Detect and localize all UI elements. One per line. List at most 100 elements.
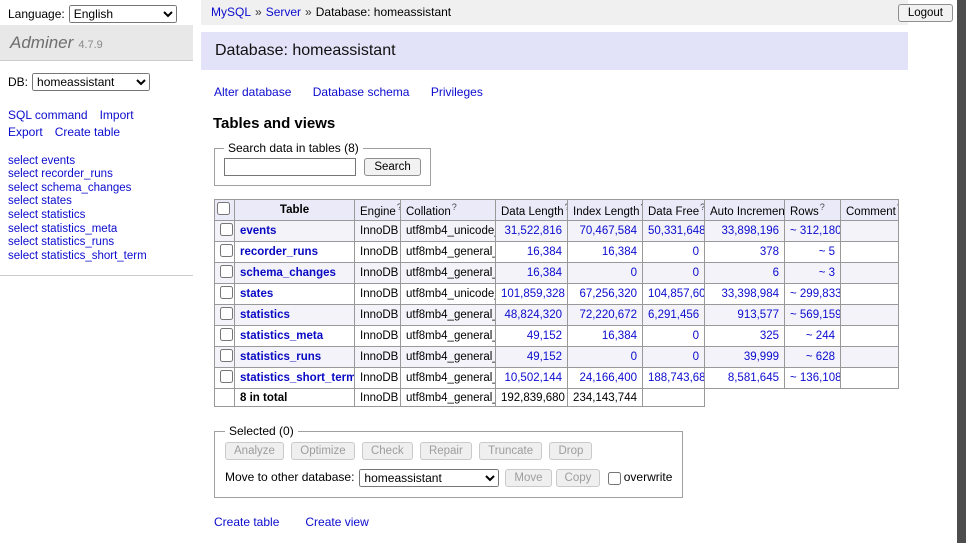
table-name-link[interactable]: states	[240, 288, 273, 300]
data-free-link[interactable]: 188,743,680	[648, 372, 705, 384]
auto-increment-link[interactable]: 39,999	[744, 351, 779, 363]
sql-command-link[interactable]: SQL command	[8, 108, 88, 122]
search-button[interactable]: Search	[364, 158, 420, 176]
row-checkbox[interactable]	[220, 370, 233, 383]
repair-button[interactable]: Repair	[420, 442, 472, 460]
data-free-link[interactable]: 104,857,600	[648, 288, 705, 300]
language-select[interactable]: English	[69, 5, 177, 23]
data-length-link[interactable]: 49,152	[527, 351, 562, 363]
data-length-link[interactable]: 101,859,328	[501, 288, 565, 300]
index-length-link[interactable]: 16,384	[602, 246, 637, 258]
table-name-link[interactable]: statistics_meta	[240, 330, 323, 342]
row-checkbox[interactable]	[220, 328, 233, 341]
auto-increment-link[interactable]: 33,898,196	[721, 225, 779, 237]
privileges-link[interactable]: Privileges	[431, 85, 483, 99]
move-button[interactable]: Move	[505, 469, 551, 487]
data-free-link[interactable]: 0	[693, 246, 699, 258]
create-table-link[interactable]: Create table	[55, 125, 120, 139]
table-name-link[interactable]: statistics_runs	[240, 351, 321, 363]
rows-count-link[interactable]: ~ 136,108	[790, 372, 841, 384]
help-icon[interactable]: ?	[820, 202, 825, 212]
overwrite-checkbox[interactable]	[608, 472, 621, 485]
table-name-link[interactable]: statistics	[240, 309, 290, 321]
rows-count-link[interactable]: ~ 628	[806, 351, 835, 363]
db-select[interactable]: homeassistant	[32, 73, 150, 91]
rows-count-link[interactable]: ~ 312,180	[790, 225, 841, 237]
row-checkbox[interactable]	[220, 265, 233, 278]
drop-button[interactable]: Drop	[549, 442, 592, 460]
copy-button[interactable]: Copy	[556, 469, 601, 487]
data-free-link[interactable]: 0	[693, 267, 699, 279]
data-free-link[interactable]: 6,291,456	[648, 309, 699, 321]
optimize-button[interactable]: Optimize	[291, 442, 354, 460]
sidebar-item-select-statistics-meta[interactable]: select statistics_meta	[8, 223, 185, 237]
auto-increment-link[interactable]: 33,398,984	[721, 288, 779, 300]
data-length-link[interactable]: 49,152	[527, 330, 562, 342]
row-checkbox[interactable]	[220, 307, 233, 320]
help-icon[interactable]: ?	[397, 202, 401, 212]
index-length-link[interactable]: 0	[631, 267, 637, 279]
table-name-link[interactable]: recorder_runs	[240, 246, 318, 258]
auto-increment-link[interactable]: 913,577	[737, 309, 779, 321]
data-length-link[interactable]: 31,522,816	[504, 225, 562, 237]
search-input[interactable]	[224, 158, 356, 176]
auto-increment-link[interactable]: 378	[760, 246, 779, 258]
breadcrumb-mysql-link[interactable]: MySQL	[211, 5, 251, 19]
rows-count-link[interactable]: ~ 3	[819, 267, 835, 279]
auto-increment-link[interactable]: 325	[760, 330, 779, 342]
row-checkbox[interactable]	[220, 223, 233, 236]
auto-increment-link[interactable]: 8,581,645	[728, 372, 779, 384]
rows-count-link[interactable]: ~ 5	[819, 246, 835, 258]
create-table-link-bottom[interactable]: Create table	[214, 515, 279, 529]
sidebar-item-select-schema-changes[interactable]: select schema_changes	[8, 182, 185, 196]
rows-count-link[interactable]: ~ 244	[806, 330, 835, 342]
breadcrumb-server-link[interactable]: Server	[266, 5, 301, 19]
data-free-link[interactable]: 50,331,648	[648, 225, 705, 237]
sidebar-item-select-statistics-short-term[interactable]: select statistics_short_term	[8, 250, 185, 264]
help-icon[interactable]: ?	[897, 202, 899, 212]
row-checkbox[interactable]	[220, 349, 233, 362]
index-length-link[interactable]: 24,166,400	[579, 372, 637, 384]
index-length-link[interactable]: 16,384	[602, 330, 637, 342]
sidebar-item-select-states[interactable]: select states	[8, 195, 185, 209]
help-icon[interactable]: ?	[452, 202, 457, 212]
index-length-link[interactable]: 72,220,672	[579, 309, 637, 321]
move-database-select[interactable]: homeassistant	[359, 469, 499, 487]
engine-cell: InnoDB	[355, 305, 401, 326]
import-link[interactable]: Import	[100, 108, 134, 122]
index-length-link[interactable]: 0	[631, 351, 637, 363]
table-name-link[interactable]: schema_changes	[240, 267, 336, 279]
rows-count-link[interactable]: ~ 569,159	[790, 309, 841, 321]
total-data-free	[643, 389, 705, 407]
scrollbar[interactable]	[957, 0, 966, 543]
truncate-button[interactable]: Truncate	[479, 442, 542, 460]
sidebar-item-select-statistics-runs[interactable]: select statistics_runs	[8, 236, 185, 250]
breadcrumb-separator: »	[255, 5, 262, 19]
help-icon[interactable]: ?	[700, 202, 704, 212]
logout-button[interactable]: Logout	[898, 4, 953, 22]
database-schema-link[interactable]: Database schema	[313, 85, 410, 99]
data-length-link[interactable]: 16,384	[527, 246, 562, 258]
data-free-link[interactable]: 0	[693, 330, 699, 342]
index-length-link[interactable]: 67,256,320	[579, 288, 637, 300]
rows-count-link[interactable]: ~ 299,833	[790, 288, 841, 300]
sidebar-item-select-recorder-runs[interactable]: select recorder_runs	[8, 168, 185, 182]
index-length-link[interactable]: 70,467,584	[579, 225, 637, 237]
sidebar-item-select-events[interactable]: select events	[8, 155, 185, 169]
auto-increment-link[interactable]: 6	[773, 267, 779, 279]
data-length-link[interactable]: 10,502,144	[504, 372, 562, 384]
alter-database-link[interactable]: Alter database	[214, 85, 291, 99]
data-length-link[interactable]: 16,384	[527, 267, 562, 279]
table-name-link[interactable]: statistics_short_term	[240, 372, 355, 384]
select-all-checkbox[interactable]	[217, 202, 230, 215]
row-checkbox[interactable]	[220, 286, 233, 299]
row-checkbox[interactable]	[220, 244, 233, 257]
table-name-link[interactable]: events	[240, 225, 276, 237]
check-button[interactable]: Check	[362, 442, 413, 460]
sidebar-item-select-statistics[interactable]: select statistics	[8, 209, 185, 223]
data-free-link[interactable]: 0	[693, 351, 699, 363]
export-link[interactable]: Export	[8, 125, 43, 139]
create-view-link[interactable]: Create view	[305, 515, 368, 529]
analyze-button[interactable]: Analyze	[225, 442, 284, 460]
data-length-link[interactable]: 48,824,320	[504, 309, 562, 321]
